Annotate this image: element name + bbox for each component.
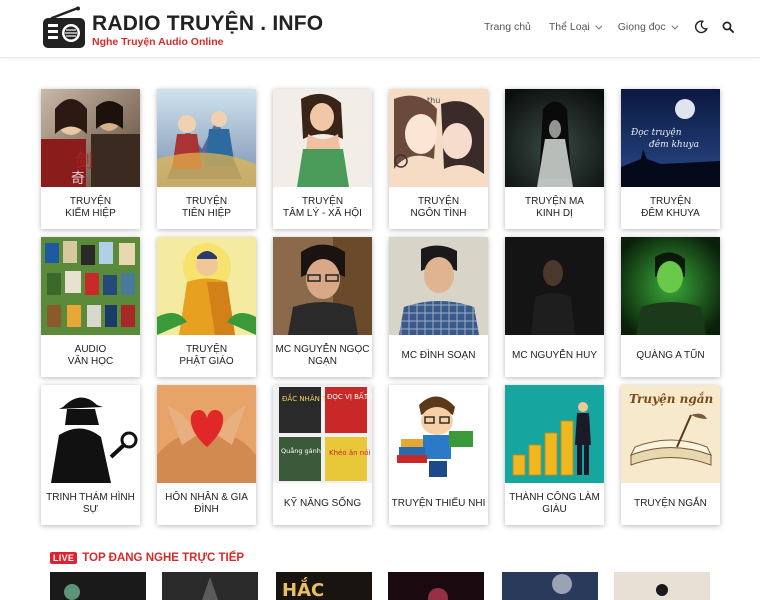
live-thumbnail[interactable] (388, 572, 484, 600)
category-card-mc-nguyen-huy[interactable]: MC Nguyễn Huy (505, 237, 604, 377)
category-card-mc-nguyen-ngoc-ngan[interactable]: MC Nguyễn Ngọc Ngạn (273, 237, 372, 377)
category-label: MC Đình Soạn (401, 350, 476, 361)
category-label: Truyện Kiếm Hiệp (65, 196, 116, 219)
thanh-cong-lam-giau-thumbnail (505, 385, 604, 483)
live-thumbnails-row: HẮC (50, 572, 710, 600)
dem-khuya-thumbnail: Đọc truyện đêm khuya (621, 89, 720, 187)
nav-voices-label: Giọng đọc (617, 21, 666, 33)
category-label: Truyện Ngắn (634, 498, 707, 509)
book-title-4: Khéo ăn nói (329, 449, 371, 457)
category-label: Truyện Ma Kinh Dị (525, 196, 584, 219)
live-badge: LIVE (50, 552, 78, 564)
category-card-kiem-hiep[interactable]: 剑 奇 Truyện Kiếm Hiệp (41, 89, 140, 229)
live-thumbnail[interactable]: HẮC (276, 572, 372, 600)
mc-nguyen-ngoc-ngan-thumbnail (273, 237, 372, 335)
category-card-tien-hiep[interactable]: Truyện Tiên Hiệp (157, 89, 256, 229)
nav-home[interactable]: Trang chủ (484, 21, 531, 33)
quang-a-tun-thumbnail (621, 237, 720, 335)
category-card-ky-nang-song[interactable]: ĐẮC NHÂN TÂM ĐỌC VỊ BẤT KỲ AI Quẳng gánh… (273, 385, 372, 525)
ky-nang-song-thumbnail: ĐẮC NHÂN TÂM ĐỌC VỊ BẤT KỲ AI Quẳng gánh… (273, 385, 372, 483)
category-label: Hôn Nhân & Gia Đình (165, 492, 248, 515)
ngon-tinh-thumbnail: thu (389, 89, 488, 187)
live-thumbnail[interactable] (162, 572, 258, 600)
category-card-hon-nhan-gia-dinh[interactable]: Hôn Nhân & Gia Đình (157, 385, 256, 525)
search-icon[interactable] (722, 21, 734, 33)
tam-ly-xa-hoi-thumbnail (273, 89, 372, 187)
svg-text:奇: 奇 (71, 170, 85, 187)
category-label: MC Nguyễn Huy (511, 350, 597, 361)
category-card-thieu-nhi[interactable]: Truyện Thiếu Nhi (389, 385, 488, 525)
trinh-tham-thumbnail (41, 385, 140, 483)
dark-mode-moon-icon[interactable] (694, 20, 708, 34)
category-card-mc-dinh-soan[interactable]: MC Đình Soạn (389, 237, 488, 377)
category-card-ngon-tinh[interactable]: thu Truyện Ngôn Tình (389, 89, 488, 229)
category-label: Truyện Phật Giáo (179, 344, 234, 367)
audio-van-hoc-thumbnail (41, 237, 140, 335)
book-title-2: ĐỌC VỊ BẤT KỲ AI (327, 391, 372, 401)
category-label: Truyện Đêm Khuya (641, 196, 700, 219)
nav-genres[interactable]: Thể Loại (548, 21, 603, 33)
hon-nhan-gia-dinh-thumbnail (157, 385, 256, 483)
category-card-quang-a-tun[interactable]: Quàng A Tũn (621, 237, 720, 377)
category-label: Quàng A Tũn (636, 350, 705, 361)
chevron-down-icon (671, 22, 679, 30)
ma-kinh-di-thumbnail (505, 89, 604, 187)
tien-hiep-thumbnail (157, 89, 256, 187)
radio-icon (43, 6, 85, 48)
svg-text:剑: 剑 (75, 151, 93, 172)
nav-genres-label: Thể Loại (548, 21, 590, 33)
site-header: RADIO TRUYỆN . INFO Nghe Truyện Audio On… (0, 0, 760, 58)
live-thumb-text: HẮC (282, 577, 324, 600)
live-section-title: TOP ĐANG NGHE TRỰC TIẾP (82, 552, 245, 564)
thieu-nhi-thumbnail (389, 385, 488, 483)
category-label: Trinh Thám Hình Sự (46, 492, 135, 515)
nav-home-label: Trang chủ (484, 21, 531, 33)
thumb-text: Truyện ngắn (629, 391, 713, 406)
mc-dinh-soan-thumbnail (389, 237, 488, 335)
category-label: Thành Công Làm Giàu (509, 492, 600, 515)
category-card-ma-kinh-di[interactable]: Truyện Ma Kinh Dị (505, 89, 604, 229)
category-label: Truyện Tiên Hiệp (182, 196, 231, 219)
nav-voices[interactable]: Giọng đọc (617, 21, 679, 33)
logo-subtitle: Nghe Truyện Audio Online (92, 36, 224, 48)
logo-title: RADIO TRUYỆN . INFO (92, 12, 324, 35)
mc-nguyen-huy-thumbnail (505, 237, 604, 335)
category-label: Audio Văn Học (67, 344, 114, 367)
category-card-phat-giao[interactable]: Truyện Phật Giáo (157, 237, 256, 377)
thumb-text: thu (427, 96, 440, 105)
phat-giao-thumbnail (157, 237, 256, 335)
live-thumbnail[interactable] (50, 572, 146, 600)
category-label: MC Nguyễn Ngọc Ngạn (275, 344, 370, 367)
category-card-dem-khuya[interactable]: Đọc truyện đêm khuya Truyện Đêm Khuya (621, 89, 720, 229)
category-label: Truyện Tâm Lý - Xã Hội (283, 196, 362, 219)
site-logo[interactable]: RADIO TRUYỆN . INFO Nghe Truyện Audio On… (42, 6, 323, 50)
category-label: Kỹ Năng Sống (283, 498, 362, 509)
category-card-trinh-tham[interactable]: Trinh Thám Hình Sự (41, 385, 140, 525)
category-card-truyen-ngan[interactable]: Truyện ngắn Truyện Ngắn (621, 385, 720, 525)
live-thumbnail[interactable] (614, 572, 710, 600)
live-thumbnail[interactable] (502, 572, 598, 600)
kiem-hiep-thumbnail: 剑 奇 (41, 89, 140, 187)
category-label: Truyện Ngôn Tình (410, 196, 467, 219)
chevron-down-icon (595, 22, 603, 30)
category-card-tam-ly-xa-hoi[interactable]: Truyện Tâm Lý - Xã Hội (273, 89, 372, 229)
category-card-audio-van-hoc[interactable]: Audio Văn Học (41, 237, 140, 377)
category-card-thanh-cong-lam-giau[interactable]: Thành Công Làm Giàu (505, 385, 604, 525)
main-nav: Trang chủ Thể Loại Giọng đọc (484, 20, 734, 34)
live-section-header: LIVE TOP ĐANG NGHE TRỰC TIẾP (50, 552, 244, 564)
category-label: Truyện Thiếu Nhi (391, 498, 486, 509)
truyen-ngan-thumbnail: Truyện ngắn (621, 385, 720, 483)
